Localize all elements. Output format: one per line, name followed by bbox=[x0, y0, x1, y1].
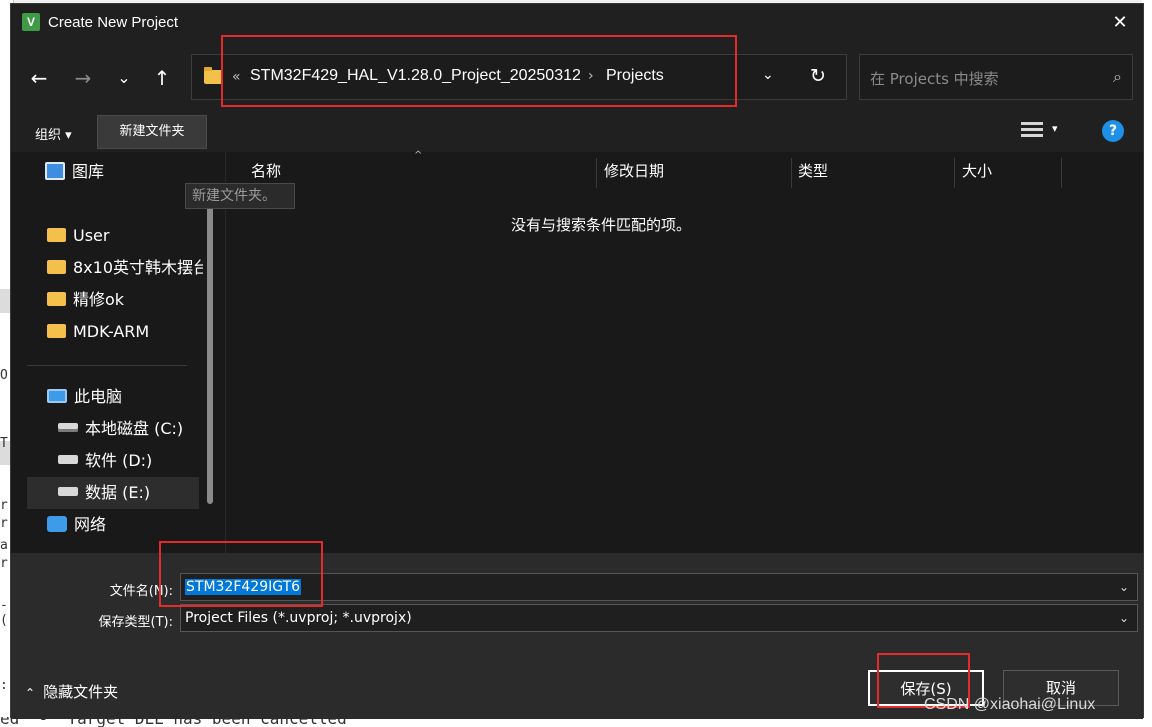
column-divider[interactable] bbox=[954, 158, 955, 188]
create-project-dialog: V Create New Project ✕ ← → ⌄ ↑ « STM32F4… bbox=[10, 3, 1145, 719]
column-divider[interactable] bbox=[1061, 158, 1062, 188]
help-icon[interactable]: ? bbox=[1102, 120, 1124, 142]
folder-icon bbox=[47, 259, 66, 274]
view-options-icon[interactable] bbox=[1021, 122, 1043, 142]
keil-app-icon: V bbox=[22, 13, 40, 31]
sort-caret-icon: ^ bbox=[414, 150, 423, 161]
folder-icon bbox=[47, 323, 66, 338]
background-text: r bbox=[0, 498, 8, 513]
column-divider[interactable] bbox=[791, 158, 792, 188]
navigation-bar: ← → ⌄ ↑ « STM32F429_HAL_V1.28.0_Project_… bbox=[11, 42, 1143, 112]
filename-value: STM32F429IGT6 bbox=[185, 579, 302, 595]
filename-label: 文件名(N): bbox=[109, 584, 173, 599]
column-divider[interactable] bbox=[596, 158, 597, 188]
close-button[interactable]: ✕ bbox=[1097, 4, 1143, 42]
sidebar-divider bbox=[27, 365, 187, 366]
background-text: a bbox=[0, 538, 8, 553]
sidebar-item-folder[interactable]: 精修ok bbox=[47, 284, 124, 316]
sidebar-item-folder[interactable]: MDK-ARM bbox=[47, 316, 149, 348]
folder-icon bbox=[47, 227, 66, 242]
search-icon[interactable]: ⌕ bbox=[1113, 67, 1122, 87]
filetype-label: 保存类型(T): bbox=[98, 615, 173, 630]
sidebar-item-drive-d[interactable]: 软件 (D:) bbox=[58, 445, 152, 477]
command-bar: 组织 ▾ 新建文件夹 ▾ ? bbox=[11, 112, 1143, 152]
recent-locations-button[interactable]: ⌄ bbox=[108, 62, 140, 94]
overflow-chevron[interactable]: « bbox=[232, 69, 241, 85]
hide-folders-toggle[interactable]: ⌃ 隐藏文件夹 bbox=[25, 681, 118, 702]
filename-dropdown-icon[interactable]: ⌄ bbox=[1119, 574, 1129, 600]
organize-menu[interactable]: 组织 ▾ bbox=[35, 124, 72, 143]
sidebar-item-drive-c[interactable]: 本地磁盘 (C:) bbox=[58, 413, 183, 445]
sidebar-item-network[interactable]: 网络 bbox=[47, 509, 106, 541]
breadcrumb-project[interactable]: STM32F429_HAL_V1.28.0_Project_20250312 bbox=[250, 67, 581, 85]
new-folder-tooltip: 新建文件夹。 bbox=[185, 183, 295, 209]
sidebar-item-this-pc[interactable]: 此电脑 bbox=[47, 381, 122, 413]
file-list: ^ 名称 修改日期 类型 大小 没有与搜索条件匹配的项。 bbox=[225, 150, 1145, 553]
folder-icon bbox=[204, 67, 222, 84]
sidebar-scrollbar[interactable] bbox=[207, 204, 213, 504]
back-button[interactable]: ← bbox=[23, 62, 55, 94]
save-options-panel: 文件名(N): STM32F429IGT6 ⌄ 保存类型(T): Project… bbox=[11, 553, 1143, 719]
breadcrumb-separator[interactable]: › bbox=[588, 68, 594, 84]
new-folder-button[interactable]: 新建文件夹 bbox=[97, 115, 207, 149]
background-text: T bbox=[0, 436, 8, 451]
up-button[interactable]: ↑ bbox=[146, 62, 178, 94]
column-header-size[interactable]: 大小 bbox=[962, 160, 992, 181]
address-dropdown-icon[interactable]: ⌄ bbox=[762, 67, 774, 83]
filename-input[interactable]: STM32F429IGT6 ⌄ bbox=[180, 573, 1138, 601]
watermark: CSDN @xiaohai@Linux bbox=[924, 696, 1096, 713]
background-text: r bbox=[0, 556, 8, 571]
address-bar[interactable]: « STM32F429_HAL_V1.28.0_Project_20250312… bbox=[191, 54, 847, 100]
refresh-icon[interactable]: ↻ bbox=[810, 65, 826, 87]
forward-button[interactable]: → bbox=[67, 62, 99, 94]
title-bar: V Create New Project ✕ bbox=[11, 4, 1143, 42]
drive-icon bbox=[58, 423, 78, 432]
sidebar-item-library[interactable]: 图库 bbox=[45, 156, 104, 188]
network-icon bbox=[47, 515, 67, 532]
filetype-value: Project Files (*.uvproj; *.uvprojx) bbox=[185, 610, 412, 626]
sidebar-item-folder[interactable]: 8x10英寸韩木摆台 bbox=[47, 252, 203, 284]
breadcrumb-projects[interactable]: Projects bbox=[606, 67, 664, 85]
view-dropdown-icon[interactable]: ▾ bbox=[1052, 122, 1058, 135]
empty-results-message: 没有与搜索条件匹配的项。 bbox=[510, 216, 691, 234]
folder-icon bbox=[47, 291, 66, 306]
browser-content: 图库 User 8x10英寸韩木摆台 精修ok MDK-ARM 此电脑 本地磁盘… bbox=[11, 150, 1145, 553]
column-header-name[interactable]: 名称 bbox=[251, 160, 281, 181]
chevron-up-icon: ⌃ bbox=[25, 686, 36, 700]
column-header-type[interactable]: 类型 bbox=[798, 160, 828, 181]
sidebar-item-folder[interactable]: User bbox=[47, 220, 109, 252]
computer-icon bbox=[47, 388, 67, 403]
gallery-icon bbox=[45, 161, 65, 180]
drive-icon bbox=[58, 455, 78, 464]
search-placeholder: 在 Projects 中搜索 bbox=[870, 70, 999, 88]
background-text: : bbox=[0, 678, 8, 693]
background-text: r bbox=[0, 516, 8, 531]
drive-icon bbox=[58, 487, 78, 496]
filetype-select[interactable]: Project Files (*.uvproj; *.uvprojx) ⌄ bbox=[180, 604, 1138, 632]
sidebar-item-drive-e[interactable]: 数据 (E:) bbox=[58, 477, 150, 509]
search-box[interactable]: 在 Projects 中搜索 ⌕ bbox=[859, 54, 1133, 100]
navigation-pane: 图库 User 8x10英寸韩木摆台 精修ok MDK-ARM 此电脑 本地磁盘… bbox=[11, 152, 217, 553]
dialog-title: Create New Project bbox=[48, 14, 179, 31]
filetype-dropdown-icon[interactable]: ⌄ bbox=[1119, 605, 1129, 631]
column-header-date[interactable]: 修改日期 bbox=[604, 160, 664, 181]
